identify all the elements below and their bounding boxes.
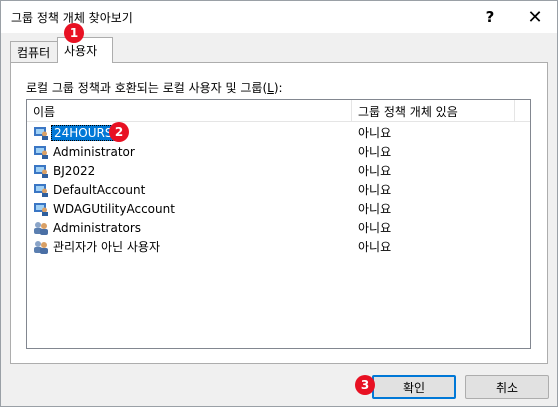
list-item-status: 아니요	[358, 240, 392, 254]
list-item-name: WDAGUtilityAccount	[53, 201, 175, 216]
list-item-status: 아니요	[358, 145, 392, 159]
list-item-status: 아니요	[358, 202, 392, 216]
list-item-status: 아니요	[358, 221, 392, 235]
list-item[interactable]: Administrators 아니요	[27, 218, 530, 237]
list-item[interactable]: BJ2022 아니요	[27, 161, 530, 180]
cancel-button[interactable]: 취소	[465, 375, 549, 399]
group-icon	[34, 240, 48, 254]
tab-computer[interactable]: 컴퓨터	[10, 41, 58, 63]
column-header-gpo-exists[interactable]: 그룹 정책 개체 있음	[352, 100, 515, 122]
list-caption-suffix: ):	[273, 81, 283, 95]
list-item-name: Administrators	[53, 220, 142, 235]
list-item[interactable]: DefaultAccount 아니요	[27, 180, 530, 199]
list-item-name-cell: DefaultAccount	[33, 180, 147, 199]
list-item-status: 아니요	[358, 126, 392, 140]
list-item-status: 아니요	[358, 183, 392, 197]
list-item[interactable]: 24HOURS 아니요	[27, 123, 530, 142]
user-icon	[34, 126, 48, 140]
group-policy-object-browser-dialog: 그룹 정책 개체 찾아보기 ? ✕ 컴퓨터 사용자 로컬 그룹 정책과 호환되는…	[0, 0, 558, 407]
group-icon	[34, 221, 48, 235]
list-item-name: DefaultAccount	[53, 182, 146, 197]
column-header-name[interactable]: 이름	[27, 100, 352, 122]
list-item-name-cell: Administrators	[33, 218, 143, 237]
ok-button[interactable]: 확인	[372, 375, 456, 399]
list-caption: 로컬 그룹 정책과 호환되는 로컬 사용자 및 그룹(L):	[26, 79, 283, 96]
help-button[interactable]: ?	[468, 1, 512, 33]
list-item-name: Administrator	[53, 144, 135, 159]
list-item-name-cell: BJ2022	[33, 161, 97, 180]
tab-users[interactable]: 사용자	[57, 37, 113, 63]
step-badge-2: 2	[109, 122, 129, 142]
list-caption-prefix: 로컬 그룹 정책과 호환되는 로컬 사용자 및 그룹(	[26, 81, 268, 95]
step-badge-1: 1	[64, 23, 84, 43]
list-item-name: 관리자가 아닌 사용자	[53, 240, 160, 254]
user-icon	[34, 145, 48, 159]
user-icon	[34, 202, 48, 216]
list-caption-accelerator: L	[267, 81, 274, 95]
user-icon	[34, 164, 48, 178]
users-tab-panel: 로컬 그룹 정책과 호환되는 로컬 사용자 및 그룹(L): 이름 그룹 정책 …	[10, 62, 548, 364]
list-header: 이름 그룹 정책 개체 있음	[27, 100, 530, 122]
list-item[interactable]: WDAGUtilityAccount 아니요	[27, 199, 530, 218]
list-item[interactable]: 관리자가 아닌 사용자 아니요	[27, 237, 530, 256]
user-icon	[34, 183, 48, 197]
list-item-name: BJ2022	[53, 163, 96, 178]
list-item-name-cell: 24HOURS	[33, 123, 116, 142]
title-bar: 그룹 정책 개체 찾아보기 ? ✕	[1, 1, 557, 33]
list-item[interactable]: Administrator 아니요	[27, 142, 530, 161]
list-item-name-cell: 관리자가 아닌 사용자	[33, 237, 162, 256]
list-item-status: 아니요	[358, 164, 392, 178]
list-item-name: 24HOURS	[51, 124, 116, 141]
list-item-name-cell: WDAGUtilityAccount	[33, 199, 177, 218]
step-badge-3: 3	[355, 375, 375, 395]
users-groups-listview[interactable]: 이름 그룹 정책 개체 있음 24HOURS 아니요 Administrator…	[26, 99, 531, 349]
list-item-name-cell: Administrator	[33, 142, 137, 161]
close-button[interactable]: ✕	[513, 1, 557, 33]
